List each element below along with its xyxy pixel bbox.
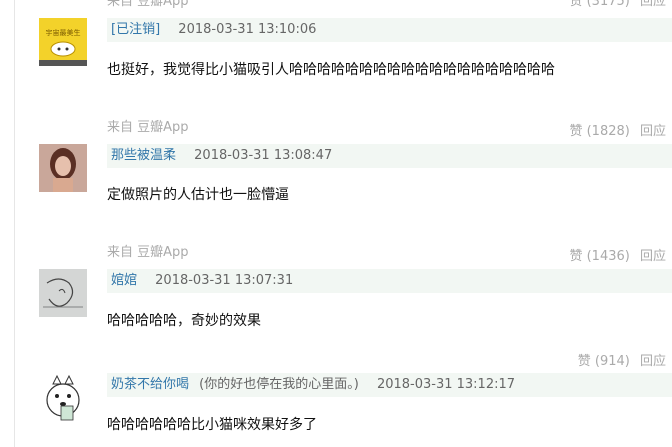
username-link[interactable]: 奶茶不给你喝 [111, 377, 189, 392]
avatar[interactable]: 宇宙最美生 [39, 18, 87, 66]
user-signature: (你的好也停在我的心里面。) [199, 377, 359, 392]
comment-text: 定做照片的人估计也一脸懵逼 [107, 187, 289, 203]
like-button[interactable]: 赞 (3175) [569, 0, 629, 9]
comment-text: 哈哈哈哈哈，奇妙的效果 [107, 313, 261, 329]
source-label: 来自 豆瓣App [107, 120, 189, 135]
avatar-caption: 宇宙最美生 [46, 28, 81, 37]
username-link[interactable]: 那些被温柔 [111, 148, 176, 163]
like-button[interactable]: 赞 (1828) [569, 124, 629, 139]
reply-button[interactable]: 回应 [640, 124, 666, 139]
left-border [14, 0, 15, 447]
avatar-image [39, 374, 87, 422]
comment-meta-3: 赞 (914) 回应 [107, 350, 672, 370]
avatar[interactable] [39, 374, 87, 422]
reply-button[interactable]: 回应 [640, 354, 666, 369]
reply-button[interactable]: 回应 [640, 0, 666, 9]
avatar-image [39, 144, 87, 192]
like-button[interactable]: 赞 (1436) [569, 249, 629, 264]
timestamp: 2018-03-31 13:07:31 [155, 273, 294, 288]
source-label: 来自 豆瓣App [107, 0, 189, 9]
reply-button[interactable]: 回应 [640, 249, 666, 264]
avatar[interactable] [39, 144, 87, 192]
comment-meta-0: 来自 豆瓣App 赞 (3175) 回应 [107, 0, 672, 10]
comment-header: 那些被温柔 2018-03-31 13:08:47 [107, 144, 672, 168]
avatar[interactable] [39, 269, 87, 317]
comment-text: 也挺好，我觉得比小猫吸引人哈哈哈哈哈哈哈哈哈哈哈哈哈哈哈哈哈哈哈 [107, 62, 555, 78]
like-button[interactable]: 赞 (914) [578, 354, 630, 369]
comment-text: 哈哈哈哈哈哈比小猫咪效果好多了 [107, 417, 317, 433]
username-link[interactable]: 婠婠 [111, 273, 137, 288]
timestamp: 2018-03-31 13:08:47 [194, 148, 333, 163]
comment-header: 婠婠 2018-03-31 13:07:31 [107, 269, 672, 293]
comment-meta-1: 来自 豆瓣App 赞 (1828) 回应 [107, 116, 672, 139]
timestamp: 2018-03-31 13:12:17 [376, 377, 516, 392]
comment-header: 奶茶不给你喝 (你的好也停在我的心里面。) 2018-03-31 13:12:1… [107, 373, 672, 397]
comment-meta-2: 来自 豆瓣App 赞 (1436) 回应 [107, 241, 672, 264]
source-label: 来自 豆瓣App [107, 245, 189, 260]
avatar-image [39, 269, 87, 317]
comment-header: [已注销] 2018-03-31 13:10:06 [107, 18, 672, 42]
avatar-image: 宇宙最美生 [39, 18, 87, 66]
username-link[interactable]: [已注销] [111, 22, 160, 37]
timestamp: 2018-03-31 13:10:06 [178, 22, 317, 37]
